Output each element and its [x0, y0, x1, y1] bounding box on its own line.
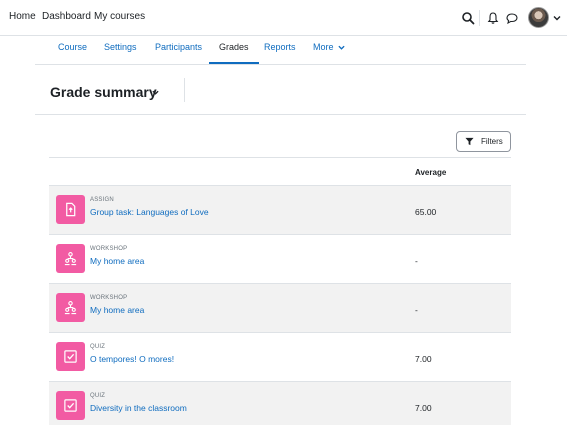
tab-reports[interactable]: Reports — [264, 42, 296, 64]
header-rule — [35, 114, 526, 115]
average-value: 65.00 — [415, 207, 437, 217]
activity-icon-tile — [56, 391, 85, 420]
activity-type: QUIZ — [90, 344, 106, 350]
nav-home-link[interactable]: Home — [9, 11, 36, 22]
activity-type: WORKSHOP — [90, 295, 128, 301]
tab-more[interactable]: More — [313, 42, 345, 64]
activity-icon-tile — [56, 342, 85, 371]
filter-icon — [465, 137, 474, 146]
search-icon[interactable] — [461, 11, 475, 25]
table-row: QUIZ Diversity in the classroom 7.00 — [49, 382, 511, 425]
activity-icon-tile — [56, 293, 85, 322]
activity-link[interactable]: Group task: Languages of Love — [90, 207, 209, 217]
average-value: 7.00 — [415, 354, 432, 364]
filters-label: Filters — [481, 137, 503, 146]
tab-course[interactable]: Course — [58, 42, 87, 64]
chevron-down-icon[interactable] — [553, 14, 561, 22]
assignment-icon — [66, 202, 76, 217]
top-navbar: Home Dashboard My courses — [0, 0, 567, 36]
tab-grades[interactable]: Grades — [209, 42, 259, 64]
chevron-down-icon — [338, 45, 345, 50]
table-row: WORKSHOP My home area - — [49, 235, 511, 284]
grade-summary-table: Average ASSIGN Group task: Languages of … — [49, 157, 511, 425]
activity-icon-tile — [56, 195, 85, 224]
activity-link[interactable]: My home area — [90, 305, 144, 315]
table-row: WORKSHOP My home area - — [49, 284, 511, 333]
course-secondary-nav: Course Settings Participants Grades Repo… — [35, 37, 526, 65]
column-average: Average — [415, 168, 447, 177]
nav-my-courses-link[interactable]: My courses — [94, 11, 145, 22]
quiz-icon — [64, 399, 77, 412]
activity-link[interactable]: Diversity in the classroom — [90, 403, 187, 413]
nav-divider — [479, 10, 480, 26]
table-row: ASSIGN Group task: Languages of Love 65.… — [49, 186, 511, 235]
activity-link[interactable]: My home area — [90, 256, 144, 266]
average-value: - — [415, 305, 418, 315]
workshop-icon — [64, 301, 77, 315]
header-divider — [184, 78, 185, 102]
tab-more-label: More — [313, 42, 334, 52]
chat-icon[interactable] — [505, 11, 519, 25]
activity-type: QUIZ — [90, 393, 106, 399]
user-avatar[interactable] — [528, 7, 549, 28]
average-value: - — [415, 256, 418, 266]
average-value: 7.00 — [415, 403, 432, 413]
activity-type: WORKSHOP — [90, 246, 128, 252]
workshop-icon — [64, 252, 77, 266]
activity-icon-tile — [56, 244, 85, 273]
chevron-down-icon[interactable] — [152, 89, 159, 96]
table-row: QUIZ O tempores! O mores! 7.00 — [49, 333, 511, 382]
page-title[interactable]: Grade summary — [50, 84, 157, 100]
bell-icon[interactable] — [486, 11, 500, 25]
activity-link[interactable]: O tempores! O mores! — [90, 354, 174, 364]
tab-participants[interactable]: Participants — [155, 42, 202, 64]
quiz-icon — [64, 350, 77, 363]
tab-settings[interactable]: Settings — [104, 42, 137, 64]
filters-button[interactable]: Filters — [456, 131, 511, 152]
nav-dashboard-link[interactable]: Dashboard — [42, 11, 91, 22]
table-header: Average — [49, 157, 511, 186]
activity-type: ASSIGN — [90, 197, 114, 203]
